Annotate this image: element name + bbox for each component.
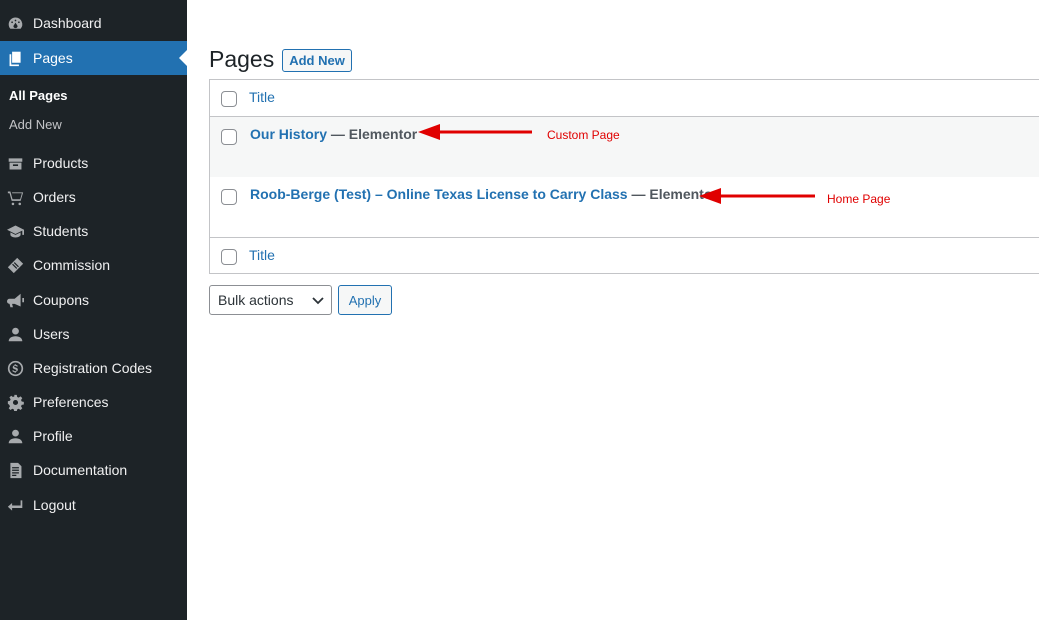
post-state: — Elementor <box>327 126 418 142</box>
sidebar-item-label: Preferences <box>33 394 109 410</box>
clipboard-icon <box>5 255 25 275</box>
add-new-button[interactable]: Add New <box>282 49 352 72</box>
pages-table: Title Our History — Elementor Roob-Berge… <box>209 79 1039 274</box>
page-title-link[interactable]: Our History <box>250 126 327 142</box>
document-icon <box>5 460 25 480</box>
sidebar-item-label: Logout <box>33 497 76 513</box>
home-page-annotation: Home Page <box>827 192 891 206</box>
submenu-add-new[interactable]: Add New <box>9 117 62 132</box>
user-icon <box>5 426 25 446</box>
apply-button[interactable]: Apply <box>338 285 392 315</box>
sidebar-item-dashboard[interactable]: Dashboard <box>0 6 187 40</box>
table-row: Our History — Elementor <box>210 117 1039 177</box>
sidebar-item-profile[interactable]: Profile <box>0 419 187 453</box>
sidebar-item-label: Documentation <box>33 462 128 478</box>
sidebar-item-commission[interactable]: Commission <box>0 248 187 282</box>
sidebar-item-label: Products <box>33 155 89 171</box>
sidebar-item-products[interactable]: Products <box>0 146 187 180</box>
table-row: Roob-Berge (Test) – Online Texas License… <box>210 177 1039 237</box>
dashboard-icon <box>5 13 25 33</box>
admin-sidebar: Dashboard Pages All Pages Add New Produc… <box>0 0 187 620</box>
logout-icon <box>5 495 25 515</box>
products-icon <box>5 153 25 173</box>
table-footer-row: Title <box>210 237 1039 274</box>
sidebar-item-label: Registration Codes <box>33 360 153 376</box>
sidebar-item-label: Students <box>33 223 89 239</box>
megaphone-icon <box>5 290 25 310</box>
page-title: Pages <box>209 46 275 72</box>
title-column-footer[interactable]: Title <box>249 247 275 263</box>
sidebar-item-label: Users <box>33 326 70 342</box>
table-header-row: Title <box>210 80 1039 117</box>
sidebar-item-pages[interactable]: Pages <box>0 41 187 75</box>
sidebar-item-label: Coupons <box>33 292 90 308</box>
sidebar-item-preferences[interactable]: Preferences <box>0 385 187 419</box>
bulk-actions-select[interactable]: Bulk actions <box>209 285 332 315</box>
select-all-checkbox[interactable] <box>221 91 237 107</box>
page-title-link[interactable]: Roob-Berge (Test) – Online Texas License… <box>250 186 628 202</box>
sidebar-item-coupons[interactable]: Coupons <box>0 283 187 317</box>
submenu-all-pages[interactable]: All Pages <box>9 88 68 103</box>
graduation-cap-icon <box>5 221 25 241</box>
row-title: Roob-Berge (Test) – Online Texas License… <box>250 186 718 202</box>
chevron-down-icon <box>312 297 324 305</box>
sidebar-item-label: Profile <box>33 428 73 444</box>
cart-icon <box>5 187 25 207</box>
dollar-circle-icon <box>5 358 25 378</box>
sidebar-item-label: Pages <box>33 50 73 66</box>
row-checkbox[interactable] <box>221 129 237 145</box>
sidebar-item-label: Dashboard <box>33 15 102 31</box>
sidebar-item-users[interactable]: Users <box>0 317 187 351</box>
sidebar-item-registration-codes[interactable]: Registration Codes <box>0 351 187 385</box>
gear-icon <box>5 392 25 412</box>
sidebar-item-students[interactable]: Students <box>0 214 187 248</box>
sidebar-item-logout[interactable]: Logout <box>0 488 187 522</box>
sidebar-item-orders[interactable]: Orders <box>0 180 187 214</box>
red-arrow-icon <box>418 124 532 140</box>
row-title: Our History — Elementor <box>250 126 417 142</box>
custom-page-annotation: Custom Page <box>547 128 620 142</box>
bulk-actions-value: Bulk actions <box>218 292 294 308</box>
select-all-checkbox-footer[interactable] <box>221 249 237 265</box>
row-checkbox[interactable] <box>221 189 237 205</box>
sidebar-item-documentation[interactable]: Documentation <box>0 453 187 487</box>
user-icon <box>5 324 25 344</box>
pages-icon <box>5 48 25 68</box>
sidebar-item-label: Commission <box>33 257 111 273</box>
red-arrow-icon <box>699 188 815 204</box>
sidebar-item-label: Orders <box>33 189 76 205</box>
title-column-header[interactable]: Title <box>249 89 275 105</box>
